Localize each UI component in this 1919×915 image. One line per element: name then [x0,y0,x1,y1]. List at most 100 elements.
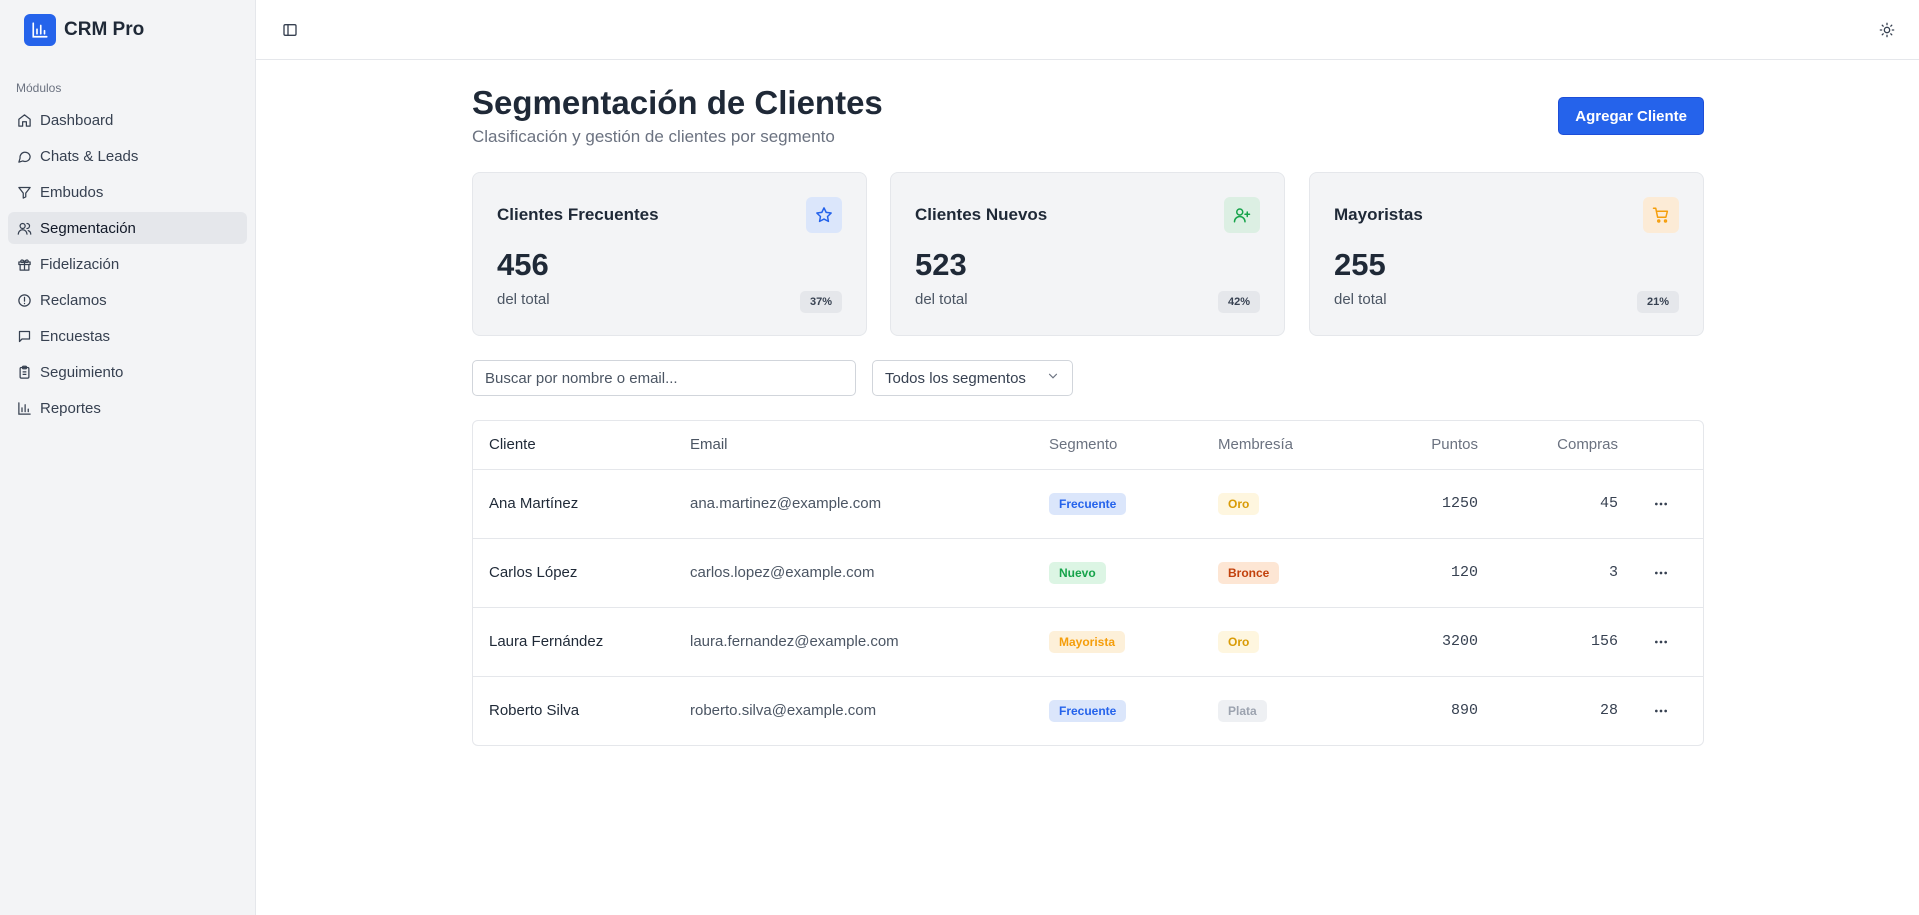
segment-badge: Mayorista [1049,630,1126,653]
more-horizontal-icon[interactable] [1647,697,1675,725]
add-client-button[interactable]: Agregar Cliente [1558,97,1704,135]
cell-compras: 156 [1478,607,1618,677]
message-square-icon [16,328,32,344]
more-horizontal-icon[interactable] [1647,559,1675,587]
cell-compras: 28 [1599,702,1618,720]
segment-select-value: Todos los segmentos [885,369,1026,387]
membership-badge: Oro [1218,492,1260,515]
cell-email: carlos.lopez@example.com [690,538,1049,608]
user-plus-icon [1224,197,1260,233]
sidebar-toggle-icon[interactable] [276,16,304,44]
card-foot: del total [1334,291,1387,308]
sidebar: CRM Pro Módulos Dashboard Chats & Leads … [0,0,256,915]
cell-compras: 3 [1478,538,1618,608]
sidebar-nav: Dashboard Chats & Leads Embudos Segmenta… [0,104,255,424]
clients-table: Cliente Email Segmento Membresía Puntos … [472,420,1704,746]
users-icon [16,220,32,236]
sidebar-item-label: Encuestas [40,327,111,345]
cell-cliente: Carlos López [473,538,690,608]
sidebar-item-dashboard[interactable]: Dashboard [8,104,247,136]
sidebar-item-reclamos[interactable]: Reclamos [8,284,247,316]
app-name: CRM Pro [64,19,145,40]
cell-email: roberto.silva@example.com [690,702,877,720]
sidebar-item-label: Seguimiento [40,363,124,381]
page-title: Segmentación de Clientes [472,84,883,121]
segment-badge: Frecuente [1049,699,1127,722]
card-title: Clientes Frecuentes [497,205,659,224]
cell-puntos: 3200 [1378,607,1478,677]
page-subtitle: Clasificación y gestión de clientes por … [472,127,835,146]
membership-badge: Oro [1218,630,1260,653]
brand[interactable]: CRM Pro [0,0,255,60]
sidebar-item-segmentacion[interactable]: Segmentación [8,212,247,244]
chevron-down-icon [1046,369,1060,387]
header-actions [1618,421,1703,470]
card-value: 255 [1334,247,1386,282]
segment-badge: Frecuente [1049,492,1127,515]
sidebar-item-encuestas[interactable]: Encuestas [8,320,247,352]
card-value: 523 [915,247,967,282]
star-icon [806,197,842,233]
cell-cliente: Laura Fernández [473,607,690,677]
bar-chart-icon [16,400,32,416]
sidebar-item-label: Segmentación [40,219,136,237]
header-segmento[interactable]: Segmento [1049,421,1218,470]
sidebar-item-label: Embudos [40,183,104,201]
cell-puntos: 890 [1450,702,1478,720]
table-row[interactable]: Ana Martínez ana.martinez@example.com Fr… [473,469,1703,539]
cell-compras: 45 [1478,469,1618,539]
card-title: Mayoristas [1334,205,1423,224]
bar-chart-logo-icon [24,14,56,46]
sidebar-item-label: Chats & Leads [40,147,139,165]
sidebar-item-embudos[interactable]: Embudos [8,176,247,208]
membership-badge: Plata [1218,699,1267,722]
cell-cliente: Ana Martínez [473,469,690,539]
sidebar-item-label: Fidelización [40,255,120,273]
membership-badge: Bronce [1218,561,1280,584]
card-value: 456 [497,247,549,282]
header-puntos[interactable]: Puntos [1378,421,1478,470]
sidebar-item-reportes[interactable]: Reportes [8,392,247,424]
card-foot: del total [497,291,550,308]
sidebar-item-chats-leads[interactable]: Chats & Leads [8,140,247,172]
table-row[interactable]: Laura Fernández laura.fernandez@example.… [473,607,1703,677]
header-membresia[interactable]: Membresía [1218,421,1378,470]
header-compras[interactable]: Compras [1478,421,1618,470]
card-mayoristas: Mayoristas 255 del total 21% [1309,172,1704,336]
segment-select[interactable]: Todos los segmentos [872,360,1073,396]
sidebar-item-fidelizacion[interactable]: Fidelización [8,248,247,280]
home-icon [16,112,32,128]
topbar [256,0,1919,60]
cart-icon [1643,197,1679,233]
gift-icon [16,256,32,272]
more-horizontal-icon[interactable] [1647,628,1675,656]
stat-cards: Clientes Frecuentes 456 del total 37% Cl… [472,172,1704,336]
cell-puntos: 120 [1378,538,1478,608]
table-row[interactable]: Carlos López carlos.lopez@example.com Nu… [473,538,1703,608]
header-cliente[interactable]: Cliente [473,421,690,470]
sidebar-section-label: Módulos [16,81,62,95]
percent-badge: 37% [799,291,842,313]
cell-email: laura.fernandez@example.com [690,607,1049,677]
segment-badge: Nuevo [1049,561,1106,584]
card-foot: del total [915,291,968,308]
cell-puntos: 1250 [1378,469,1478,539]
sidebar-item-label: Reportes [40,399,101,417]
sidebar-item-label: Dashboard [40,111,114,129]
percent-badge: 42% [1217,291,1260,313]
percent-badge: 21% [1636,291,1679,313]
message-icon [16,148,32,164]
card-title: Clientes Nuevos [915,205,1048,224]
filter-icon [16,184,32,200]
search-input[interactable] [472,360,856,396]
clipboard-icon [16,364,32,380]
sun-icon[interactable] [1873,16,1901,44]
card-nuevos: Clientes Nuevos 523 del total 42% [890,172,1285,336]
alert-circle-icon [16,292,32,308]
table-row[interactable]: Roberto Silva roberto.silva@example.com … [473,676,1703,745]
card-frecuentes: Clientes Frecuentes 456 del total 37% [472,172,867,336]
cell-email: ana.martinez@example.com [690,469,1049,539]
more-horizontal-icon[interactable] [1647,490,1675,518]
sidebar-item-seguimiento[interactable]: Seguimiento [8,356,247,388]
header-email[interactable]: Email [690,421,1049,470]
